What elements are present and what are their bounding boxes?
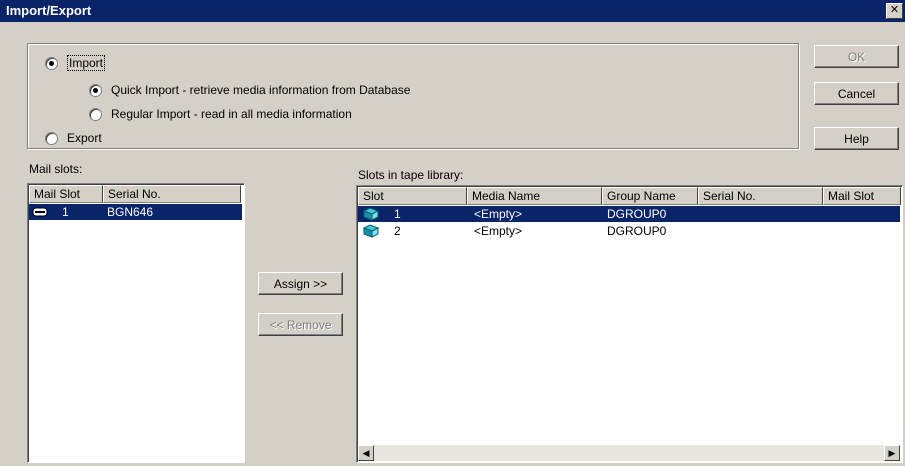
import-radio[interactable]: Import [45,55,106,71]
assign-button[interactable]: Assign >> [258,272,343,295]
remove-button-label: << Remove [269,317,332,332]
quick-import-radio[interactable]: Quick Import - retrieve media informatio… [89,83,410,97]
tape-library-label: Slots in tape library: [358,168,464,182]
cancel-button[interactable]: Cancel [814,82,899,105]
column-header-serial-no[interactable]: Serial No. [698,187,823,205]
title-bar: Import/Export ✕ [0,0,905,22]
mail-slot-row[interactable]: 1 BGN646 [29,204,242,220]
tape-library-header: Slot Media Name Group Name Serial No. Ma… [358,187,901,205]
tape-slot-icon [362,224,380,242]
tape-slot-row[interactable]: 1 <Empty> DGROUP0 [358,206,900,222]
group-name: DGROUP0 [607,224,667,238]
media-name: <Empty> [474,224,523,238]
assign-button-label: Assign >> [273,276,328,291]
regular-import-radio[interactable]: Regular Import - read in all media infor… [89,107,352,121]
column-header-slot[interactable]: Slot [358,187,467,205]
mail-slots-list[interactable]: Mail Slot Serial No. 1 BGN646 [27,183,245,463]
column-header-mail-slot[interactable]: Mail Slot [29,185,103,203]
mail-slot-number: 1 [62,205,69,219]
group-name: DGROUP0 [607,207,667,221]
help-button[interactable]: Help [814,127,899,150]
ok-button[interactable]: OK [814,45,899,68]
slot-number: 1 [394,207,401,221]
scroll-right-icon[interactable]: ▶ [884,445,900,461]
radio-dot [45,131,58,145]
radio-dot [45,56,58,70]
tape-cartridge-icon [32,206,48,222]
radio-dot [89,83,102,97]
export-radio[interactable]: Export [45,131,102,145]
column-header-group-name[interactable]: Group Name [602,187,698,205]
window-title: Import/Export [6,3,92,18]
remove-button[interactable]: << Remove [258,313,343,336]
tape-slot-row[interactable]: 2 <Empty> DGROUP0 [358,223,900,239]
column-header-mail-slot[interactable]: Mail Slot [823,187,901,205]
mail-slots-header: Mail Slot Serial No. [29,185,241,203]
slot-number: 2 [394,224,401,238]
import-radio-label: Import [67,55,106,71]
scroll-left-icon[interactable]: ◀ [358,445,374,461]
export-label: Export [67,131,102,145]
close-icon[interactable]: ✕ [886,3,903,19]
column-header-serial-no[interactable]: Serial No. [103,185,241,203]
column-header-media-name[interactable]: Media Name [467,187,602,205]
mail-slot-serial: BGN646 [107,205,154,219]
quick-import-label: Quick Import - retrieve media informatio… [111,83,411,97]
horizontal-scrollbar[interactable]: ◀ ▶ [358,445,900,461]
regular-import-label: Regular Import - read in all media infor… [111,107,352,121]
radio-dot [89,107,102,121]
tape-library-list[interactable]: Slot Media Name Group Name Serial No. Ma… [356,185,903,463]
media-name: <Empty> [474,207,523,221]
mail-slots-label: Mail slots: [29,162,83,176]
